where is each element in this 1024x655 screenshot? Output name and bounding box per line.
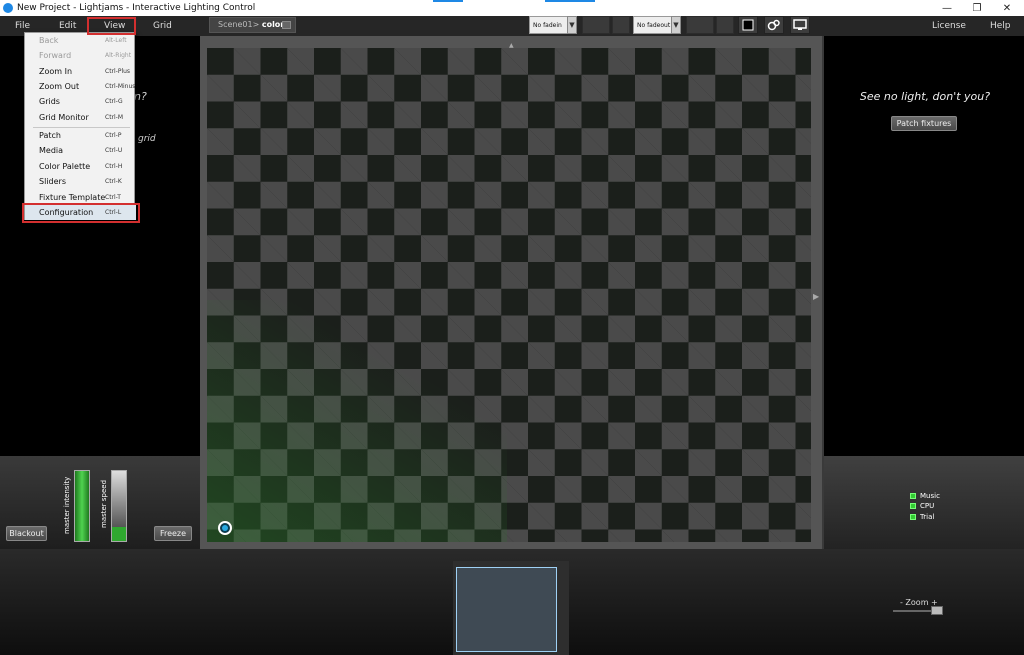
- left-ghost-text-2: grid: [138, 134, 156, 144]
- menu-item-label: Grid Monitor: [39, 113, 89, 122]
- scene-breadcrumb[interactable]: Scene01> color: [209, 17, 296, 33]
- menu-item-label: Media: [39, 146, 64, 155]
- fixtures-button[interactable]: [764, 16, 784, 34]
- trial-led-icon: [910, 514, 916, 520]
- app-window: New Project - Lightjams - Interactive Li…: [0, 0, 1024, 655]
- menu-item-forward[interactable]: Forward Alt-Right: [25, 48, 136, 63]
- fadeout-dropdown-icon[interactable]: ▼: [671, 16, 681, 34]
- menu-item-shortcut: Alt-Right: [105, 52, 132, 59]
- scene-prefix: Scene01>: [218, 20, 260, 29]
- title-accent-2: [545, 0, 595, 2]
- title-bar: New Project - Lightjams - Interactive Li…: [0, 0, 1024, 16]
- master-speed-slider[interactable]: [111, 470, 127, 542]
- menu-item-patch[interactable]: Patch Ctrl-P: [25, 128, 136, 143]
- zoom-slider-thumb[interactable]: [931, 606, 943, 615]
- master-speed-fill: [112, 527, 126, 541]
- cpu-led-icon: [910, 503, 916, 509]
- menu-item-shortcut: Ctrl-P: [105, 132, 122, 139]
- menu-item-shortcut: Ctrl-Minus: [105, 83, 136, 90]
- blackout-view-button[interactable]: [738, 16, 758, 34]
- collapse-right-icon[interactable]: ▶: [813, 292, 819, 301]
- no-light-message: See no light, don't you?: [859, 90, 991, 103]
- status-cpu: CPU: [910, 502, 934, 510]
- collapse-top-icon[interactable]: ▲: [509, 42, 514, 49]
- scene-expand-icon[interactable]: [282, 21, 291, 29]
- blackout-button[interactable]: Blackout: [6, 526, 47, 541]
- menu-item-shortcut: Ctrl-K: [105, 178, 122, 185]
- title-accent: [433, 0, 463, 2]
- lighting-grid[interactable]: [207, 48, 811, 542]
- menu-item-shortcut: Ctrl-U: [105, 147, 123, 154]
- menu-item-grid-monitor[interactable]: Grid Monitor Ctrl-M: [25, 110, 136, 125]
- menu-item-shortcut: Alt-Left: [105, 37, 127, 44]
- fadeout-link-button: [716, 16, 734, 34]
- black-square-icon: [742, 19, 754, 31]
- menu-license[interactable]: License: [932, 16, 966, 36]
- grid-cursor-icon[interactable]: [218, 521, 232, 535]
- link-circles-icon: [767, 19, 780, 31]
- restore-button[interactable]: ❐: [962, 0, 992, 16]
- fadein-link-button: [612, 16, 630, 34]
- status-cpu-label: CPU: [920, 502, 935, 510]
- menu-help[interactable]: Help: [990, 16, 1011, 36]
- patch-fixtures-button[interactable]: Patch fixtures: [891, 116, 957, 131]
- app-logo-icon: [3, 3, 13, 13]
- monitor-button[interactable]: [790, 16, 810, 34]
- master-speed-label: master speed: [100, 479, 108, 528]
- menu-item-zoom-out[interactable]: Zoom Out Ctrl-Minus: [25, 79, 136, 94]
- menu-item-label: Zoom Out: [39, 82, 80, 91]
- master-intensity-slider[interactable]: [74, 470, 90, 542]
- status-music: Music: [910, 492, 940, 500]
- window-title: New Project - Lightjams - Interactive Li…: [17, 3, 256, 13]
- menu-item-label: Color Palette: [39, 162, 91, 171]
- menu-grid[interactable]: Grid: [153, 16, 172, 36]
- menu-item-label: Forward: [39, 51, 72, 60]
- status-music-label: Music: [920, 492, 940, 500]
- menu-item-label: Zoom In: [39, 67, 73, 76]
- minimize-button[interactable]: —: [932, 0, 962, 16]
- status-trial-label: Trial: [920, 513, 935, 521]
- menu-item-shortcut: Ctrl-M: [105, 114, 124, 121]
- master-controls-panel: Blackout Freeze master intensity master …: [0, 456, 200, 549]
- status-trial: Trial: [910, 513, 934, 521]
- freeze-button[interactable]: Freeze: [154, 526, 192, 541]
- monitor-icon: [793, 19, 807, 30]
- menu-item-label: Back: [39, 36, 59, 45]
- menu-item-grids[interactable]: Grids Ctrl-G: [25, 94, 136, 109]
- menu-item-color-palette[interactable]: Color Palette Ctrl-H: [25, 159, 136, 174]
- master-intensity-label: master intensity: [63, 476, 71, 534]
- view-menu-highlight: [87, 17, 136, 35]
- menu-item-label: Patch: [39, 131, 61, 140]
- grid-preview-thumbnail[interactable]: [456, 567, 557, 652]
- fadeout-time-button: [686, 16, 714, 34]
- fadein-time-button: [582, 16, 610, 34]
- menu-item-shortcut: Ctrl-H: [105, 163, 123, 170]
- menu-bar: File Edit View Grid Scene01> color No fa…: [0, 16, 1024, 36]
- menu-item-back[interactable]: Back Alt-Left: [25, 33, 136, 48]
- menu-item-label: Grids: [39, 97, 60, 106]
- music-led-icon: [910, 493, 916, 499]
- menu-item-zoom-in[interactable]: Zoom In Ctrl-Plus: [25, 64, 136, 79]
- menu-item-sliders[interactable]: Sliders Ctrl-K: [25, 174, 136, 189]
- configuration-highlight: [22, 203, 140, 223]
- menu-item-media[interactable]: Media Ctrl-U: [25, 143, 136, 158]
- fadein-dropdown-icon[interactable]: ▼: [567, 16, 577, 34]
- menu-item-label: Sliders: [39, 177, 66, 186]
- scene-name: color: [261, 20, 285, 29]
- menu-item-shortcut: Ctrl-G: [105, 98, 123, 105]
- close-button[interactable]: ✕: [992, 0, 1022, 16]
- view-dropdown-menu: Back Alt-Left Forward Alt-Right Zoom In Ctr…: [24, 32, 136, 220]
- menu-item-shortcut: Ctrl-Plus: [105, 68, 131, 75]
